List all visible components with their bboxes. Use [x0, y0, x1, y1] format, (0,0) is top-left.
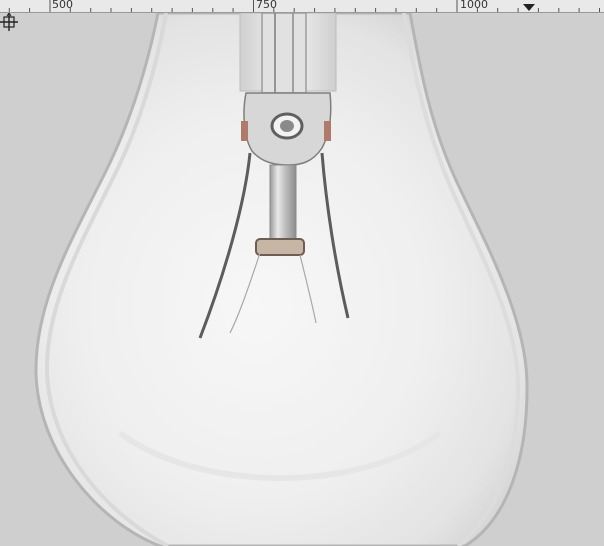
image-editor-window: 500 750 1000 [0, 0, 604, 546]
stem-left-tab [241, 121, 248, 141]
light-bulb-image [34, 13, 529, 546]
ruler-label-750: 750 [256, 0, 277, 11]
ruler-label-500: 500 [52, 0, 73, 11]
ruler-ticks [8, 0, 600, 12]
stem-right-tab [324, 121, 331, 141]
center-rod [269, 164, 297, 242]
image-canvas[interactable] [0, 13, 604, 546]
triangle-down-icon[interactable] [523, 4, 535, 11]
move-crosshair-cursor-icon [0, 13, 18, 31]
horizontal-ruler[interactable]: 500 750 1000 [0, 0, 604, 13]
ruler-label-1000: 1000 [460, 0, 488, 11]
rod-button [255, 238, 305, 256]
stem-hole-inner [280, 120, 294, 132]
bulb-inner-tube [261, 13, 307, 94]
